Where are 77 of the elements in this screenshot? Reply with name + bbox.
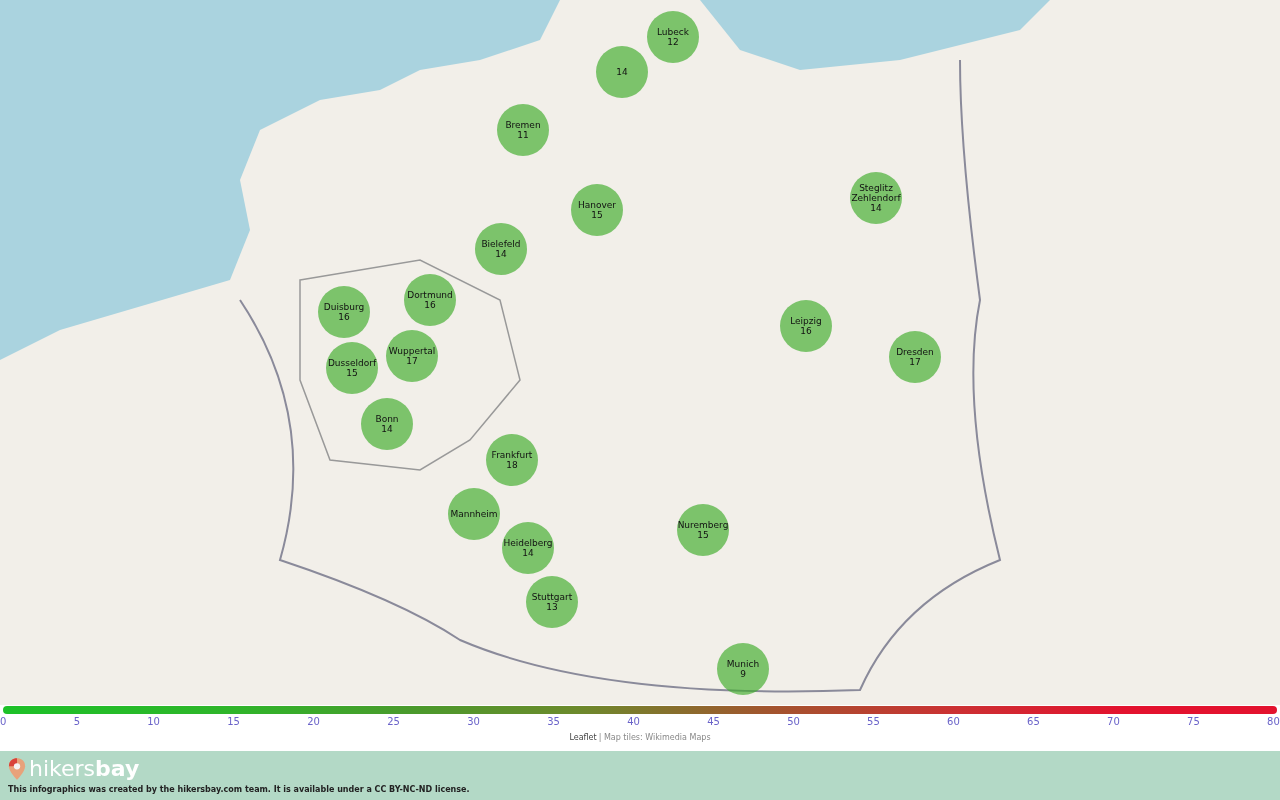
city-marker[interactable]: Mannheim — [448, 488, 500, 540]
city-name: Dortmund — [407, 290, 453, 300]
city-name: Dresden — [896, 347, 934, 357]
city-value: 12 — [667, 37, 679, 47]
city-name: Stuttgart — [531, 592, 573, 602]
scale-tick-label: 0 — [0, 716, 7, 727]
city-marker[interactable]: Dortmund 16 — [404, 274, 456, 326]
city-marker[interactable]: Bremen 11 — [497, 104, 549, 156]
city-value: 13 — [546, 602, 558, 612]
city-name: Wuppertal — [388, 346, 436, 356]
attribution-text: | Map tiles: Wikimedia Maps — [598, 733, 711, 742]
city-value: 16 — [424, 300, 436, 310]
city-marker[interactable]: Bielefeld 14 — [475, 223, 527, 275]
city-marker[interactable]: Frankfurt 18 — [486, 434, 538, 486]
scale-tick-label: 70 — [1107, 716, 1120, 727]
scale-tick-label: 50 — [787, 716, 800, 727]
scale-tick-label: 25 — [387, 716, 400, 727]
city-marker[interactable]: Munich 9 — [717, 643, 769, 695]
scale-tick-label: 5 — [73, 716, 80, 727]
city-marker[interactable]: Heidelberg 14 — [502, 522, 554, 574]
city-name: Bremen — [505, 120, 541, 130]
city-value: 16 — [800, 326, 812, 336]
scale-tick-label: 10 — [147, 716, 160, 727]
city-marker[interactable]: Hanover 15 — [571, 184, 623, 236]
scale-tick-label: 55 — [867, 716, 880, 727]
city-value: 14 — [381, 424, 393, 434]
city-name: Mannheim — [450, 509, 498, 519]
scale-tick-label: 35 — [547, 716, 560, 727]
city-marker[interactable]: Lubeck 12 — [647, 11, 699, 63]
city-marker[interactable]: 14 — [596, 46, 648, 98]
scale-tick-label: 15 — [227, 716, 240, 727]
city-marker[interactable]: Stuttgart 13 — [526, 576, 578, 628]
city-value: 17 — [909, 357, 921, 367]
city-name: Dusseldorf — [327, 358, 377, 368]
city-value: 11 — [517, 130, 529, 140]
city-marker[interactable]: Duisburg 16 — [318, 286, 370, 338]
city-name: Bielefeld — [481, 239, 521, 249]
city-value: 15 — [591, 210, 603, 220]
scale-tick-label: 20 — [307, 716, 320, 727]
city-value: 14 — [870, 203, 882, 213]
city-value: 14 — [522, 548, 534, 558]
city-value: 16 — [338, 312, 350, 322]
city-name: Heidelberg — [503, 538, 553, 548]
scale-tick-label: 40 — [627, 716, 640, 727]
city-name: Bonn — [375, 414, 399, 424]
city-marker[interactable]: Leipzig 16 — [780, 300, 832, 352]
city-marker[interactable]: Nuremberg 15 — [677, 504, 729, 556]
city-name: Lubeck — [657, 27, 689, 37]
city-marker[interactable]: Dresden 17 — [889, 331, 941, 383]
city-marker[interactable]: Bonn 14 — [361, 398, 413, 450]
city-name: Hanover — [577, 200, 617, 210]
city-marker[interactable]: Dusseldorf 15 — [326, 342, 378, 394]
city-value: 14 — [616, 67, 628, 77]
city-value: 14 — [495, 249, 507, 259]
scale-tick-label: 80 — [1267, 716, 1280, 727]
scale-tick-label: 30 — [467, 716, 480, 727]
city-name: Steglitz Zehlendorf — [850, 183, 902, 203]
city-value: 18 — [506, 460, 518, 470]
map-pin-icon — [8, 757, 26, 781]
city-name: Nuremberg — [677, 520, 729, 530]
city-value: 17 — [406, 356, 418, 366]
city-marker[interactable]: Wuppertal 17 — [386, 330, 438, 382]
leaflet-link[interactable]: Leaflet — [569, 733, 597, 742]
license-text: This infographics was created by the hikersbay.com team. It is available under a CC BY-NC-ND license. — [8, 785, 471, 794]
scale-tick-label: 65 — [1027, 716, 1040, 727]
city-value: 15 — [697, 530, 709, 540]
logo-text: hikersbay — [29, 757, 140, 781]
city-value: 15 — [346, 368, 358, 378]
scale-tick-label: 45 — [707, 716, 720, 727]
city-name: Duisburg — [323, 302, 365, 312]
city-marker[interactable]: Steglitz Zehlendorf 14 — [850, 172, 902, 224]
city-name: Frankfurt — [491, 450, 533, 460]
city-name: Leipzig — [790, 316, 822, 326]
city-value: 9 — [740, 669, 746, 679]
scale-tick-label: 75 — [1187, 716, 1200, 727]
city-name: Munich — [726, 659, 760, 669]
scale-tick-label: 60 — [947, 716, 960, 727]
